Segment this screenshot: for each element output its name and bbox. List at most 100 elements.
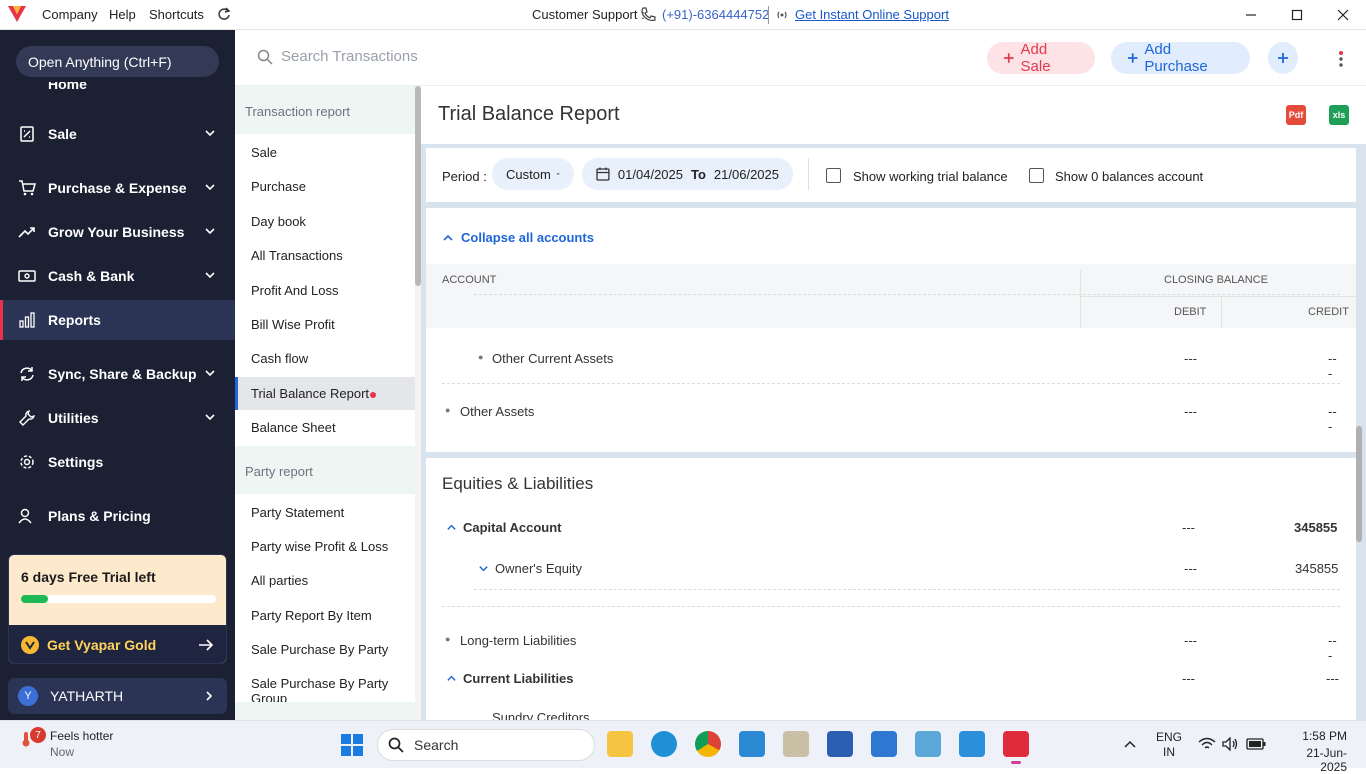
bullet-icon: ● [478,352,484,362]
sidebar-item-home-partial[interactable]: Home [48,82,87,92]
sidebar-item-sale[interactable]: Sale [0,114,235,154]
pdf-export-icon[interactable]: Pdf [1286,105,1306,125]
quick-add-button[interactable] [1268,42,1298,74]
debit-value: --- [1184,404,1197,419]
file-explorer-icon[interactable] [607,731,633,757]
notepad-icon[interactable] [871,731,897,757]
credit-value: 345855 [1294,520,1338,535]
windows-start-icon[interactable] [340,733,364,757]
vyapar-app-icon[interactable] [1003,731,1029,764]
edge-icon[interactable] [651,731,677,757]
report-item-bill-wise-profit[interactable]: Bill Wise Profit [235,308,415,341]
gold-crown-icon [21,636,39,654]
weather-sub: Now [50,745,75,759]
menu-help[interactable]: Help [109,7,136,22]
report-item-sale-purchase-party[interactable]: Sale Purchase By Party [235,633,415,666]
vscode-icon[interactable] [739,731,765,757]
report-item-profit-loss[interactable]: Profit And Loss [235,274,415,307]
refresh-icon[interactable] [217,7,231,21]
chevron-up-icon[interactable] [446,673,457,684]
search-icon [388,737,404,753]
user-profile[interactable]: Y YATHARTH [8,678,227,714]
account-name: Owner's Equity [495,561,583,576]
battery-icon[interactable] [1246,738,1266,750]
get-gold-button[interactable]: Get Vyapar Gold [9,625,226,663]
chrome-icon[interactable] [695,731,721,757]
sidebar-item-sync-share-backup[interactable]: Sync, Share & Backup [0,354,235,394]
menu-company[interactable]: Company [42,7,98,22]
tools-icon[interactable] [783,731,809,757]
minimize-button[interactable] [1228,0,1274,30]
report-item-day-book[interactable]: Day book [235,205,415,238]
word-icon[interactable] [827,731,853,757]
sidebar-item-cash-bank[interactable]: Cash & Bank [0,256,235,296]
sidebar-item-grow-business[interactable]: Grow Your Business [0,212,235,252]
column-closing-balance: CLOSING BALANCE [1164,274,1268,286]
report-item-sale[interactable]: Sale [235,136,415,169]
monitor-icon[interactable] [915,731,941,757]
report-item-all-transactions[interactable]: All Transactions [235,239,415,272]
plus-icon [1003,53,1014,63]
report-item-balance-sheet[interactable]: Balance Sheet [235,411,415,444]
period-label: Period : [442,169,487,184]
account-name: Sundry Creditors [492,710,590,720]
report-item-party-statement[interactable]: Party Statement [235,496,415,529]
party-report-header: Party report [235,446,415,494]
excel-export-icon[interactable]: xls [1329,105,1349,125]
report-item-sale-purchase-party-group[interactable]: Sale Purchase By Party Group [235,667,415,706]
scrollbar-thumb[interactable] [1356,426,1362,542]
sidebar-item-utilities[interactable]: Utilities [0,398,235,438]
debit-value: --- [1182,671,1195,686]
menu-shortcuts[interactable]: Shortcuts [149,7,204,22]
add-sale-button[interactable]: Add Sale [987,41,1095,75]
more-options-icon[interactable] [1335,50,1347,68]
search-transactions[interactable]: Search Transactions [257,48,418,65]
trend-up-icon [18,223,36,241]
period-select[interactable]: Custom [492,158,574,190]
report-item-party-by-item[interactable]: Party Report By Item [235,599,415,632]
collapse-all-label: Collapse all accounts [461,230,594,245]
report-item-purchase[interactable]: Purchase [235,170,415,203]
close-button[interactable] [1320,0,1366,30]
report-item-cash-flow[interactable]: Cash flow [235,342,415,375]
sidebar-item-reports[interactable]: Reports [0,300,235,340]
vyapar-logo-icon [8,6,26,22]
maximize-button[interactable] [1274,0,1320,30]
search-icon [257,49,273,65]
working-trial-checkbox[interactable] [826,168,841,183]
report-item-all-parties[interactable]: All parties [235,564,415,597]
support-label: Customer Support : [532,7,645,22]
collapse-all-button[interactable]: Collapse all accounts [442,230,594,245]
chevron-up-icon[interactable] [446,522,457,533]
system-clock[interactable]: 1:58 PM 21-Jun-2025 [1285,729,1347,774]
report-item-party-profit-loss[interactable]: Party wise Profit & Loss [235,530,415,563]
taskbar-search[interactable]: Search [377,729,595,761]
zero-balance-checkbox[interactable] [1029,168,1044,183]
add-purchase-label: Add Purchase [1144,41,1208,75]
chevron-down-icon [205,272,215,279]
support-phone[interactable]: (+91)-6364444752 [662,7,769,22]
sync-icon [18,365,36,383]
sidebar-item-settings[interactable]: Settings [0,442,235,482]
chevron-down-icon[interactable] [478,563,489,574]
date-range-picker[interactable]: 01/04/2025 To 21/06/2025 [582,158,793,190]
content-scrollbar[interactable] [1356,86,1362,720]
chevron-up-icon[interactable] [1124,739,1136,749]
open-anything-button[interactable]: Open Anything (Ctrl+F) [16,46,219,77]
photos-icon[interactable] [959,731,985,757]
weather-widget[interactable]: 7 Feels hotter Now [18,727,113,760]
add-purchase-button[interactable]: Add Purchase [1111,41,1250,75]
language-indicator[interactable]: ENG IN [1156,730,1182,760]
sidebar-item-plans-pricing[interactable]: Plans & Pricing [0,496,235,536]
online-support-link[interactable]: Get Instant Online Support [795,7,949,22]
get-gold-label: Get Vyapar Gold [47,637,157,653]
wifi-icon[interactable] [1198,737,1216,751]
report-item-trial-balance[interactable]: Trial Balance Report [235,377,415,410]
sidebar-item-purchase-expense[interactable]: Purchase & Expense [0,168,235,208]
speaker-icon[interactable] [1222,737,1240,751]
account-name: Other Assets [460,404,535,419]
minimize-icon [1246,14,1256,16]
bar-chart-icon [18,311,36,329]
credit-value: 345855 [1295,561,1339,576]
column-account: ACCOUNT [442,274,497,286]
